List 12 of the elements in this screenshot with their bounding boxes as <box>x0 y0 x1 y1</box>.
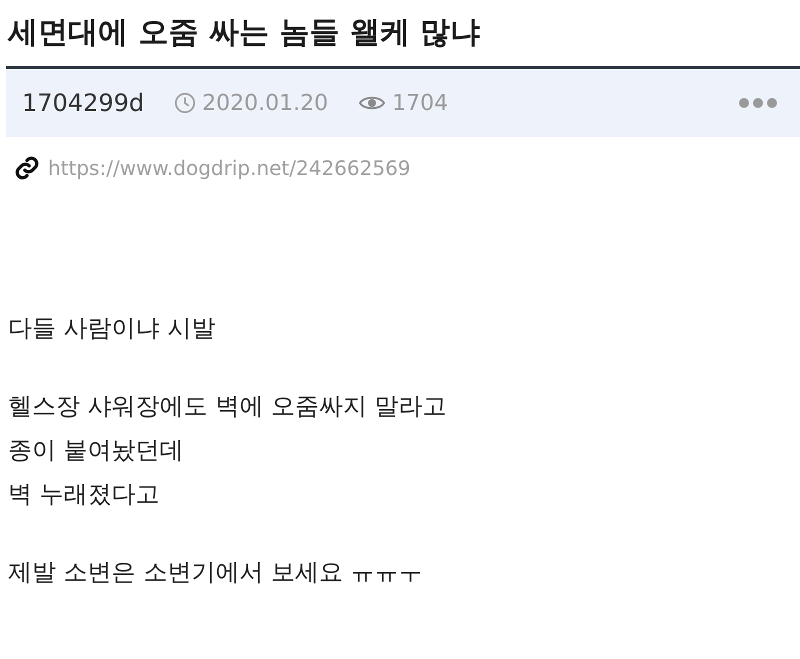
link-icon <box>14 155 40 181</box>
author-name[interactable]: 1704299d <box>22 89 144 117</box>
body-text-line: 헬스장 샤워장에도 벽에 오줌싸지 말라고 <box>8 391 448 422</box>
body-text-line: 벽 누래졌다고 <box>8 479 161 510</box>
post-title: 세면대에 오줌 싸는 놈들 왤케 많냐 <box>6 14 482 52</box>
body-text-line: 종이 붙여놨던데 <box>8 435 185 466</box>
body-text-line: 제발 소변은 소변기에서 보세요 ㅠㅠㅜ <box>8 557 424 588</box>
more-options-icon[interactable] <box>738 97 778 109</box>
body-text-line: 다들 사람이냐 시발 <box>8 313 216 344</box>
clock-icon <box>174 92 196 114</box>
post-date: 2020.01.20 <box>202 90 328 116</box>
view-count: 1704 <box>392 90 448 116</box>
